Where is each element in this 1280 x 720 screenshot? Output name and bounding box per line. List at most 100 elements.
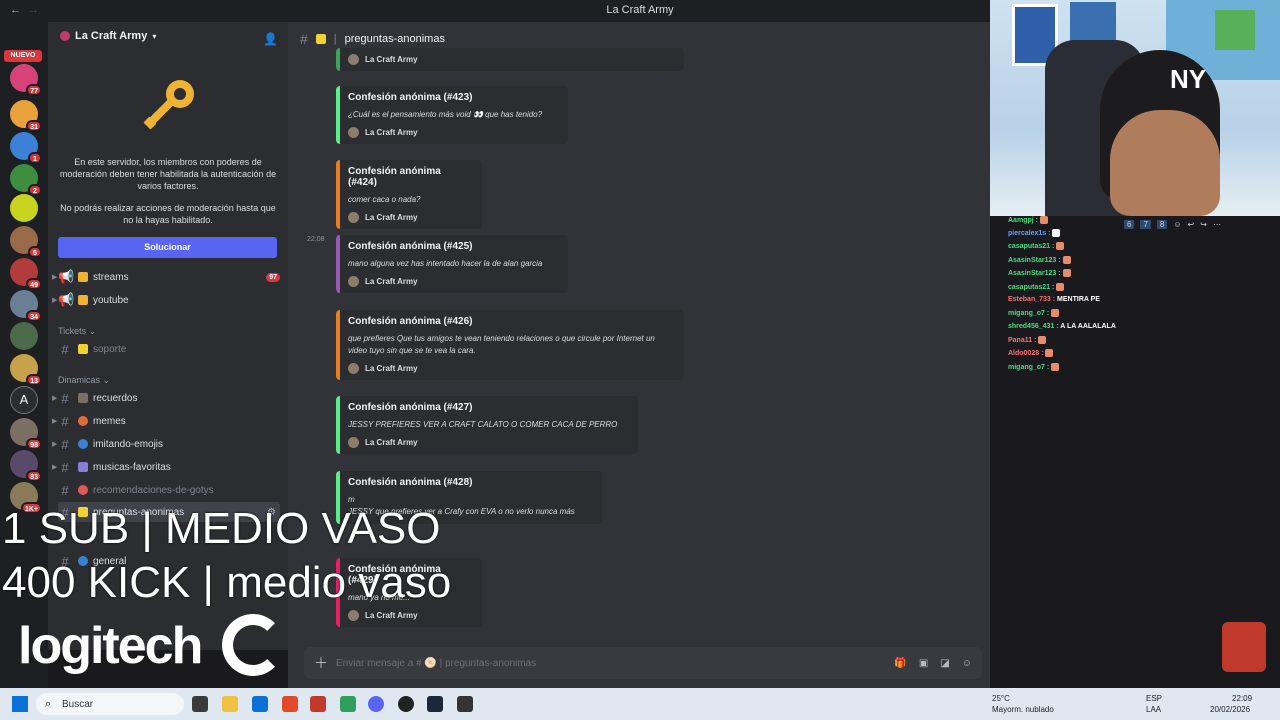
server-icon[interactable]: 49 [10,258,42,290]
emote-icon [1056,283,1065,291]
lang-layout[interactable]: LAA [1146,705,1161,714]
clock-date[interactable]: 20/02/2026 [1210,705,1250,714]
speech-icon [315,34,326,44]
emote-icon [1052,229,1061,237]
clock-time[interactable]: 22:09 [1232,694,1252,703]
lang-code[interactable]: ESP [1146,694,1162,703]
app-icon[interactable] [340,696,356,712]
input-tools: 🎁 ▣ ◪ ☺ [894,658,972,669]
person-face [1110,110,1220,216]
more-icon[interactable]: ⋯ [1213,220,1221,229]
server-name-header[interactable]: La Craft Army ▾ [60,30,156,42]
discord-icon[interactable] [368,696,384,712]
key-6: 6 [1124,220,1135,229]
emote-icon [1062,269,1071,277]
file-explorer-icon[interactable] [222,696,238,712]
store-icon[interactable] [252,696,268,712]
music-icon [78,462,88,472]
sticker-icon[interactable]: ◪ [940,658,949,669]
channel-recuerdos[interactable]: ▶ # recuerdos [52,388,280,408]
emote-icon [1039,216,1048,224]
server-icon[interactable]: 5 [10,226,42,258]
message-timestamp: 22:08 [307,236,325,243]
avatar [348,54,359,65]
channel-header: # | preguntas-anonimas [300,31,445,47]
channel-streams[interactable]: ▶ 📢 streams 97 [52,267,280,287]
confession-embed: Confesión anónima (#423) ¿Cuál es el pen… [336,86,568,144]
forward-icon[interactable]: ↪ [1200,220,1207,229]
hash-icon: # [61,413,69,429]
server-icon[interactable]: 77 [10,64,42,96]
mfa-warning-text: En este servidor, los miembros con poder… [59,157,277,191]
server-icon[interactable]: 2 [10,164,42,196]
webcam-feed: NY [990,0,1280,216]
arrow-icon: ▶ [52,297,58,304]
server-icon[interactable] [10,194,38,222]
overlay-kick-goal: 400 KICK | medio vaso [2,558,452,607]
embed-partial: La Craft Army [336,48,684,71]
megaphone-icon: 📢 [58,269,75,284]
message-input[interactable]: ＋ Enviar mensaje a # 🫓 | preguntas-anoni… [304,647,982,679]
chevron-down-icon: ▾ [152,31,157,41]
server-icon[interactable] [10,322,38,350]
category-tickets[interactable]: Tickets ⌄ [58,326,96,337]
windows-start-icon[interactable] [12,696,28,712]
gift-icon[interactable]: 🎁 [894,658,906,669]
hash-icon: # [61,482,69,498]
emote-icon [1045,349,1054,357]
obs-icon[interactable] [398,696,414,712]
emoji-icon[interactable]: ☺ [1173,220,1181,229]
server-icon[interactable]: 98 [10,418,42,450]
brave-icon[interactable] [282,696,298,712]
server-icon[interactable]: 1 [10,132,42,164]
emoji-icon[interactable]: ☺ [962,658,972,669]
confession-embed: Confesión anónima (#427) JESSY PREFIERES… [336,396,638,454]
add-member-icon[interactable]: 👤 [263,32,278,46]
plus-icon[interactable]: ＋ [314,653,328,673]
app-icon[interactable] [310,696,326,712]
server-icon[interactable]: 13 [10,354,42,386]
overlay-sub-goal: 1 SUB | MEDIO VASO [2,504,441,553]
hash-icon: # [61,459,69,475]
ticket-icon [78,344,88,354]
emote-icon [1056,242,1065,250]
taskbar: ⌕ Buscar 25°C Mayorm. nublado ESP LAA 22… [0,688,1280,720]
stream-chat: 6 7 8 ☺ ↩ ↪ ⋯ Aamgpj : piercalex1s : cas… [990,216,1280,688]
task-view-icon[interactable] [192,696,208,712]
emote-icon [1051,363,1060,371]
channel-memes[interactable]: ▶ # memes [52,411,280,431]
server-icon[interactable]: 34 [10,290,42,322]
server-icon[interactable]: 31 [10,100,42,132]
avatar [348,610,359,621]
avatar [348,276,359,287]
hash-icon: # [300,31,308,47]
reply-icon[interactable]: ↩ [1188,220,1195,229]
creeper-figure [1215,10,1255,50]
weather-temp: 25°C [992,694,1010,703]
solve-button[interactable]: Solucionar [58,237,277,258]
game-icon [78,485,88,495]
server-icon[interactable]: 83 [10,450,42,482]
search-icon: ⌕ [45,697,52,710]
gif-icon[interactable]: ▣ [919,658,928,669]
channel-recomendaciones-de-gotys[interactable]: # recomendaciones-de-gotys [58,480,280,500]
ny-logo: NY [1170,64,1207,94]
server-icon[interactable]: A [10,386,38,414]
channel-title: preguntas-anonimas [344,33,445,45]
hash-icon: # [61,436,69,452]
confession-embed: Confesión anónima (#424) comer caca o na… [336,160,482,229]
steam-icon[interactable] [427,696,443,712]
chat-toolbar: 6 7 8 ☺ ↩ ↪ ⋯ [1124,220,1221,229]
taskbar-search[interactable]: ⌕ Buscar [36,693,184,715]
arrow-icon: ▶ [52,274,58,281]
globe-icon [78,439,88,449]
epic-games-icon[interactable] [457,696,473,712]
category-dinamicas[interactable]: Dinamicas ⌄ [58,375,110,386]
channel-musicas-favoritas[interactable]: ▶ # musicas-favoritas [52,457,280,477]
server-avatar-icon [60,31,70,41]
hash-icon: # [61,390,69,406]
channel-youtube[interactable]: ▶ 📢 youtube [52,290,280,310]
bell-icon [78,295,88,305]
channel-imitando-emojis[interactable]: ▶ # imitando-emojis [52,434,280,454]
channel-soporte[interactable]: # soporte [58,339,280,359]
